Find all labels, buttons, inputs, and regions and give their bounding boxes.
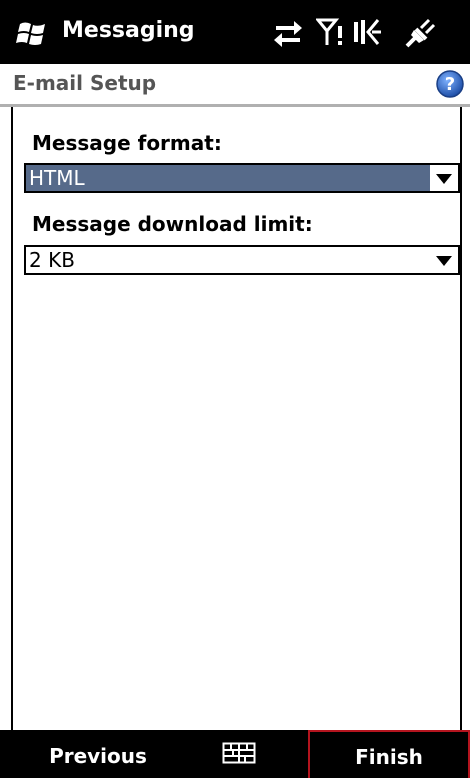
connectivity-icon[interactable] [272, 16, 304, 48]
message-format-label: Message format: [32, 131, 222, 155]
download-limit-dropdown-button[interactable] [430, 247, 458, 273]
volume-icon[interactable] [352, 16, 382, 48]
page-header: E-mail Setup ? [0, 64, 470, 104]
signal-icon[interactable] [316, 16, 346, 48]
message-format-select[interactable]: HTML [24, 163, 460, 193]
help-icon[interactable]: ? [435, 69, 465, 99]
previous-button[interactable]: Previous [0, 730, 196, 778]
download-limit-label: Message download limit: [32, 212, 313, 236]
keyboard-icon[interactable] [222, 742, 256, 764]
right-border [460, 107, 462, 730]
chevron-down-icon [436, 174, 452, 184]
left-border [11, 107, 13, 730]
softkey-bar: Previous Finish [0, 730, 470, 778]
message-format-value: HTML [29, 166, 85, 190]
header-divider [0, 104, 470, 107]
windows-start-icon[interactable] [16, 18, 50, 48]
message-format-dropdown-button[interactable] [430, 165, 458, 191]
title-bar: Messaging [0, 0, 470, 64]
chevron-down-icon [436, 256, 452, 266]
finish-button[interactable]: Finish [308, 730, 470, 778]
power-icon[interactable] [404, 16, 438, 48]
download-limit-value: 2 KB [29, 248, 75, 272]
page-title: E-mail Setup [13, 71, 157, 95]
svg-text:?: ? [445, 74, 455, 95]
app-title: Messaging [62, 18, 195, 43]
download-limit-select[interactable]: 2 KB [24, 245, 460, 275]
